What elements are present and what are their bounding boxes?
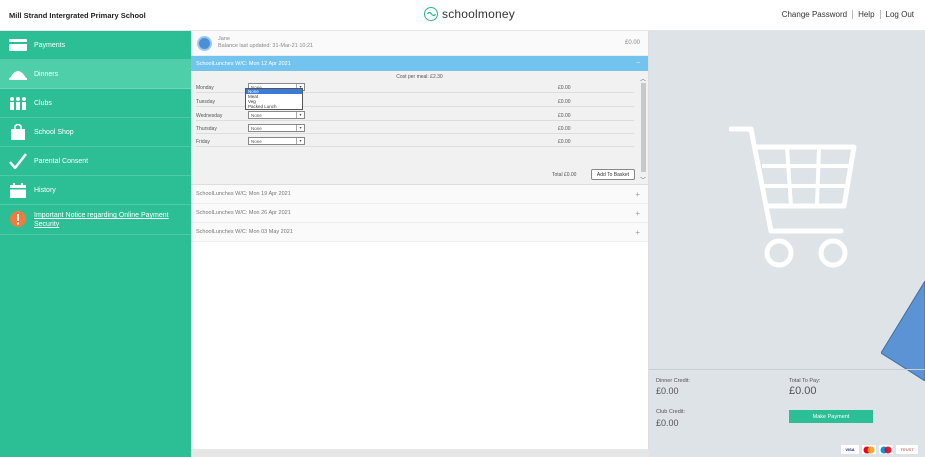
- day-name: Thursday: [196, 126, 217, 132]
- cart-icon: [729, 126, 857, 268]
- calendar-icon: [9, 182, 27, 198]
- day-row: Wednesday None ▾ £0.00: [196, 111, 634, 121]
- dropdown-option[interactable]: Packed Lunch: [246, 104, 302, 109]
- sidebar-item-parental-consent[interactable]: Parental Consent: [0, 147, 191, 176]
- day-price: £0.00: [558, 113, 571, 119]
- week-header-collapsed[interactable]: SchoolLunches W/C: Mon 19 Apr 2021 +: [191, 185, 648, 204]
- sidebar-item-label: School Shop: [34, 128, 74, 136]
- expand-icon[interactable]: +: [635, 228, 640, 237]
- chevron-down-icon: ▾: [296, 112, 304, 118]
- mastercard-logo: [862, 445, 876, 454]
- dinner-credit-value: £0.00: [656, 386, 679, 396]
- arrow-shape: [881, 281, 925, 381]
- maestro-logo: [879, 445, 893, 454]
- day-name: Wednesday: [196, 113, 223, 119]
- balance-note: Balance last updated: 31-Mar-21 10:21: [218, 43, 314, 49]
- chevron-down-icon: ▾: [296, 125, 304, 131]
- day-name: Tuesday: [196, 99, 215, 105]
- week-title: SchoolLunches W/C: Mon 19 Apr 2021: [196, 191, 291, 197]
- day-row: Friday None ▾ £0.00: [196, 137, 634, 147]
- scroll-up-icon[interactable]: ︿: [640, 74, 646, 83]
- day-price: £0.00: [558, 99, 571, 105]
- total-to-pay-value: £0.00: [789, 385, 817, 397]
- meal-dropdown-open[interactable]: None Meat Veg Packed Lunch: [245, 88, 303, 110]
- week-title: SchoolLunches W/C: Mon 12 Apr 2021: [196, 60, 291, 67]
- basket-panel: Dinner Credit: £0.00 Club Credit: £0.00 …: [649, 31, 925, 457]
- sidebar-item-history[interactable]: History: [0, 176, 191, 205]
- total-to-pay-label: Total To Pay:: [789, 378, 821, 384]
- sidebar-item-security-notice[interactable]: Important Notice regarding Online Paymen…: [0, 205, 191, 235]
- logo-icon: [424, 7, 438, 21]
- week-title: SchoolLunches W/C: Mon 03 May 2021: [196, 229, 293, 235]
- dinner-credit-label: Dinner Credit:: [656, 378, 690, 384]
- week-header-expanded[interactable]: SchoolLunches W/C: Mon 12 Apr 2021 –: [191, 56, 648, 71]
- day-price: £0.00: [558, 85, 571, 91]
- logout-link[interactable]: Log Out: [881, 10, 919, 19]
- alert-icon: [9, 211, 27, 227]
- sidebar-item-payments[interactable]: Payments: [0, 31, 191, 60]
- sidebar-item-label: Dinners: [34, 70, 59, 78]
- week-title: SchoolLunches W/C: Mon 26 Apr 2021: [196, 210, 291, 216]
- sidebar-item-school-shop[interactable]: School Shop: [0, 118, 191, 147]
- footer-strip: [191, 449, 649, 457]
- day-price: £0.00: [558, 139, 571, 145]
- avatar: [197, 35, 212, 51]
- club-credit-value: £0.00: [656, 418, 679, 428]
- sidebar-item-label: Parental Consent: [34, 157, 89, 165]
- bag-icon: [9, 124, 27, 140]
- week-header-collapsed[interactable]: SchoolLunches W/C: Mon 03 May 2021 +: [191, 223, 648, 242]
- top-links: Change Password Help Log Out: [777, 10, 919, 19]
- meal-select[interactable]: None▾: [248, 137, 305, 145]
- sidebar-item-label: Important Notice regarding Online Paymen…: [34, 212, 169, 228]
- account-name: Jane: [218, 36, 230, 42]
- payment-logos: VISA TRUST: [841, 445, 918, 454]
- dish-icon: [9, 66, 27, 82]
- add-to-basket-button[interactable]: Add To Basket: [591, 169, 635, 180]
- cost-per-meal: Cost per meal: £2.30: [396, 74, 443, 80]
- main-content: Jane Balance last updated: 31-Mar-21 10:…: [191, 31, 649, 457]
- week-header-collapsed[interactable]: SchoolLunches W/C: Mon 26 Apr 2021 +: [191, 204, 648, 223]
- summary-divider: [649, 369, 925, 370]
- sidebar-item-label: Clubs: [34, 99, 52, 107]
- account-balance: £0.00: [624, 40, 640, 46]
- change-password-link[interactable]: Change Password: [777, 10, 854, 19]
- trust-logo: TRUST: [896, 445, 918, 454]
- account-balance-row: Jane Balance last updated: 31-Mar-21 10:…: [191, 31, 648, 56]
- sidebar-item-label: Payments: [34, 41, 66, 49]
- collapse-icon[interactable]: –: [637, 60, 640, 66]
- sidebar-item-clubs[interactable]: Clubs: [0, 89, 191, 118]
- school-name: Mill Strand Intergrated Primary School: [9, 11, 146, 20]
- day-price: £0.00: [558, 126, 571, 132]
- expand-icon[interactable]: +: [635, 190, 640, 199]
- people-icon: [9, 95, 27, 111]
- card-icon: [9, 37, 27, 53]
- top-bar: Mill Strand Intergrated Primary School s…: [0, 0, 925, 31]
- chevron-down-icon: ▾: [296, 138, 304, 144]
- week-total: Total £0.00: [552, 172, 577, 178]
- sidebar-item-label: History: [34, 186, 56, 194]
- sidebar-item-dinners[interactable]: Dinners: [0, 60, 191, 89]
- check-icon: [9, 153, 27, 169]
- help-link[interactable]: Help: [853, 10, 881, 19]
- day-name: Friday: [196, 139, 210, 145]
- make-payment-button[interactable]: Make Payment: [789, 410, 873, 423]
- day-row: Thursday None ▾ £0.00: [196, 124, 634, 134]
- scrollbar[interactable]: [641, 83, 646, 172]
- week-body: Cost per meal: £2.30 Monday None▾ £0.00 …: [191, 71, 648, 185]
- logo: schoolmoney: [424, 7, 515, 21]
- expand-icon[interactable]: +: [635, 209, 640, 218]
- scroll-down-icon[interactable]: ﹀: [640, 175, 646, 184]
- day-name: Monday: [196, 85, 214, 91]
- logo-text: schoolmoney: [442, 7, 515, 21]
- visa-logo: VISA: [841, 445, 859, 454]
- sidebar: Payments Dinners Clubs School Shop Paren…: [0, 31, 191, 457]
- club-credit-label: Club Credit:: [656, 409, 686, 415]
- meal-select[interactable]: None▾: [248, 111, 305, 119]
- meal-select[interactable]: None▾: [248, 124, 305, 132]
